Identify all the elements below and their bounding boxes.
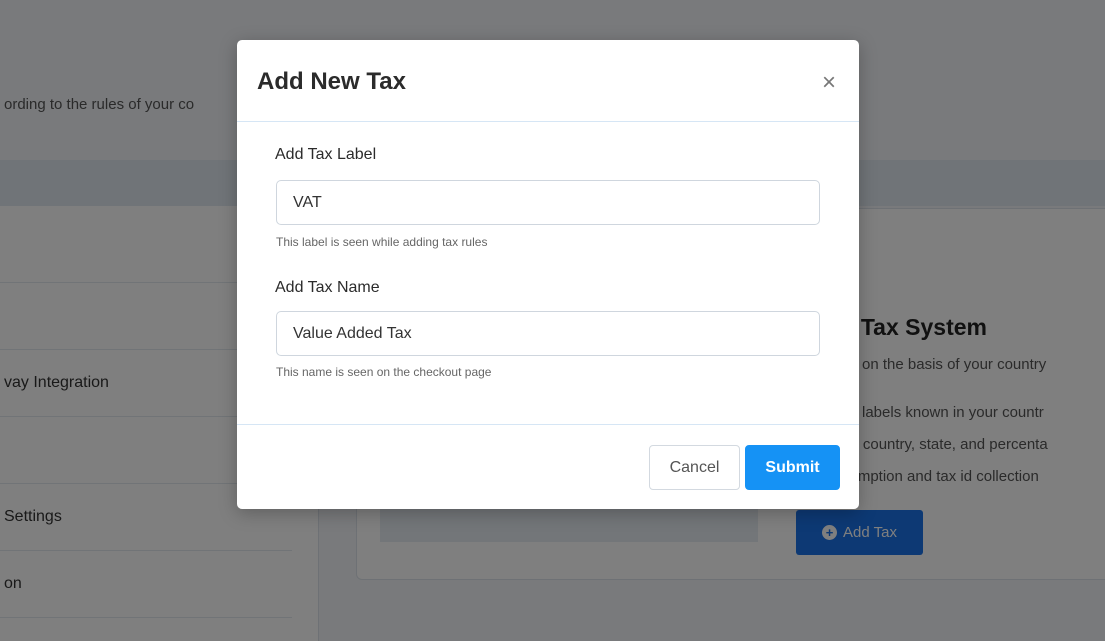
tax-name-input[interactable]	[276, 311, 820, 356]
page: ording to the rules of your co vay Integ…	[0, 0, 1105, 641]
tax-label-hint: This label is seen while adding tax rule…	[276, 235, 488, 249]
close-icon[interactable]: ×	[817, 71, 841, 95]
modal-footer: Cancel Submit	[237, 424, 859, 509]
cancel-button[interactable]: Cancel	[649, 445, 740, 490]
modal-header: Add New Tax ×	[237, 40, 859, 122]
tax-label-field-label: Add Tax Label	[275, 146, 377, 163]
tax-name-hint: This name is seen on the checkout page	[276, 365, 492, 379]
submit-button[interactable]: Submit	[745, 445, 840, 490]
tax-label-input[interactable]	[276, 180, 820, 225]
add-new-tax-modal: Add New Tax × Add Tax Label This label i…	[237, 40, 859, 509]
tax-name-field-label: Add Tax Name	[275, 279, 380, 296]
modal-title: Add New Tax	[257, 68, 406, 95]
